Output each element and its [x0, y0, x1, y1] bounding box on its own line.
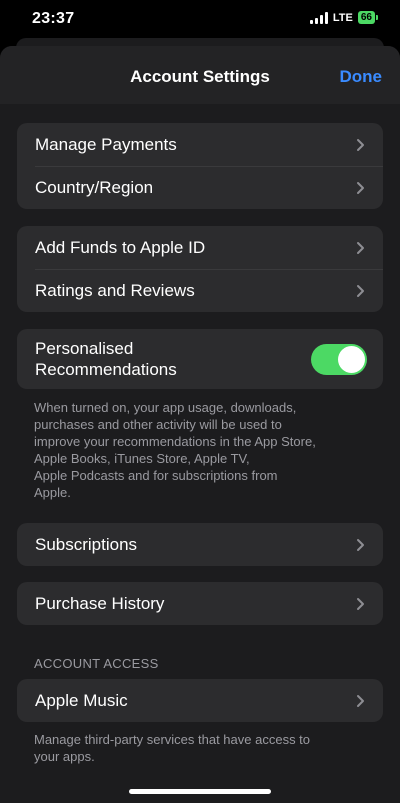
- home-indicator[interactable]: [129, 789, 271, 794]
- status-time: 23:37: [32, 10, 75, 27]
- chevron-right-icon: [357, 694, 364, 707]
- personalised-recommendations-label: Personalised Recommendations: [35, 339, 177, 379]
- chevron-right-icon: [357, 597, 364, 610]
- apple-music-row[interactable]: Apple Music: [17, 679, 383, 722]
- account-settings-sheet: Account Settings Done Manage Payments Co…: [0, 46, 400, 803]
- country-region-row[interactable]: Country/Region: [17, 166, 383, 209]
- purchase-history-row[interactable]: Purchase History: [17, 582, 383, 625]
- subscriptions-group: Subscriptions: [17, 523, 383, 566]
- funds-reviews-group: Add Funds to Apple ID Ratings and Review…: [17, 226, 383, 312]
- ratings-reviews-label: Ratings and Reviews: [35, 280, 195, 300]
- navigation-bar: Account Settings Done: [0, 46, 400, 104]
- personalised-recommendations-group: Personalised Recommendations: [17, 329, 383, 389]
- cellular-signal-icon: [309, 11, 328, 24]
- purchase-history-group: Purchase History: [17, 582, 383, 625]
- payments-group: Manage Payments Country/Region: [17, 123, 383, 209]
- manage-payments-row[interactable]: Manage Payments: [17, 123, 383, 166]
- personalised-footnote: When turned on, your app usage, download…: [34, 400, 316, 500]
- chevron-right-icon: [357, 181, 364, 194]
- ratings-reviews-row[interactable]: Ratings and Reviews: [17, 269, 383, 312]
- battery-icon: 66: [357, 11, 378, 24]
- chevron-right-icon: [357, 538, 364, 551]
- account-access-footnote: Manage third-party services that have ac…: [34, 732, 311, 764]
- add-funds-label: Add Funds to Apple ID: [35, 237, 206, 257]
- country-region-label: Country/Region: [35, 177, 154, 197]
- chevron-right-icon: [357, 284, 364, 297]
- apple-music-label: Apple Music: [35, 690, 128, 710]
- battery-level: 66: [357, 11, 375, 24]
- account-access-group: Apple Music: [17, 679, 383, 722]
- toggle-knob: [338, 346, 365, 373]
- status-bar: 23:37 LTE 66: [0, 0, 400, 38]
- subscriptions-label: Subscriptions: [35, 534, 138, 554]
- account-access-header: ACCOUNT ACCESS: [34, 656, 159, 671]
- manage-payments-label: Manage Payments: [35, 134, 177, 154]
- personalised-recommendations-toggle[interactable]: [311, 344, 367, 375]
- chevron-right-icon: [357, 241, 364, 254]
- add-funds-row[interactable]: Add Funds to Apple ID: [17, 226, 383, 269]
- chevron-right-icon: [357, 138, 364, 151]
- done-button[interactable]: Done: [340, 67, 383, 87]
- status-indicators: LTE 66: [309, 11, 378, 24]
- subscriptions-row[interactable]: Subscriptions: [17, 523, 383, 566]
- network-type: LTE: [332, 11, 353, 24]
- purchase-history-label: Purchase History: [35, 593, 165, 613]
- personalised-recommendations-row: Personalised Recommendations: [17, 329, 383, 389]
